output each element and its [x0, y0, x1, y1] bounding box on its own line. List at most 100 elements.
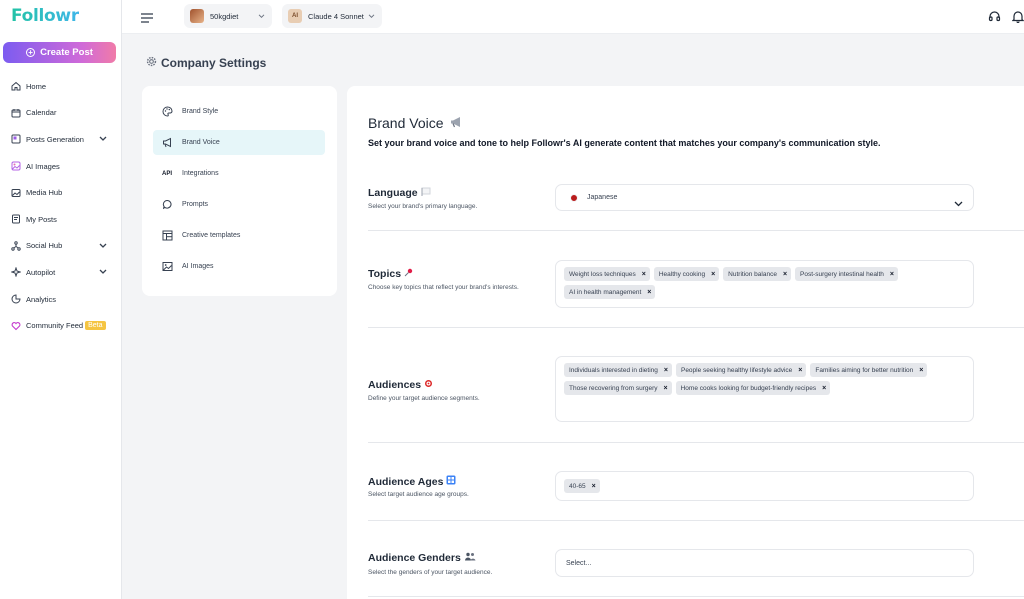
sidebar-item-home[interactable]: Home: [0, 73, 122, 100]
topics-multiselect[interactable]: Weight loss techniques × Healthy cooking ×…: [555, 260, 974, 308]
chip-label: People seeking healthy lifestyle advice: [680, 366, 793, 374]
chip-label: Those recovering from surgery: [569, 384, 658, 392]
media-hub-icon: [10, 187, 21, 198]
remove-chip-icon[interactable]: ×: [822, 385, 826, 392]
remove-chip-icon[interactable]: ×: [647, 289, 651, 296]
ai-model-selector[interactable]: AI Claude 4 Sonnet: [282, 4, 382, 28]
remove-chip-icon[interactable]: ×: [592, 483, 596, 490]
remove-chip-icon[interactable]: ×: [890, 271, 894, 278]
remove-chip-icon[interactable]: ×: [783, 271, 787, 278]
audience-chip: Those recovering from surgery ×: [564, 381, 672, 395]
settings-nav-label: AI Images: [182, 263, 214, 270]
chat-bubble-icon: [161, 199, 173, 211]
language-select[interactable]: Japanese: [555, 184, 974, 211]
chip-label: Post-surgery intestinal health: [800, 270, 884, 278]
chip-label: Home cooks looking for budget-friendly r…: [680, 384, 817, 392]
sidebar-item-media-hub[interactable]: Media Hub: [0, 179, 122, 206]
brand-voice-title: Brand Voice: [368, 115, 463, 131]
audience-ages-multiselect[interactable]: 40-65 ×: [555, 471, 974, 501]
remove-chip-icon[interactable]: ×: [798, 367, 802, 374]
sidebar-item-posts-generation[interactable]: Posts Generation: [0, 126, 122, 153]
my-posts-icon: [10, 214, 21, 225]
ages-chip-list: 40-65 ×: [556, 472, 973, 499]
brand-voice-description: Set your brand voice and tone to help Fo…: [368, 138, 881, 148]
audiences-label: Audiences: [368, 379, 433, 391]
language-description: Select your brand's primary language.: [368, 203, 478, 210]
followr-logo[interactable]: Followr: [11, 6, 79, 26]
remove-chip-icon[interactable]: ×: [711, 271, 715, 278]
chip-label: Weight loss techniques: [569, 270, 636, 278]
sidebar-item-label: Posts Generation: [26, 134, 84, 144]
settings-nav-integrations[interactable]: API Integrations: [153, 161, 325, 186]
settings-nav-label: Creative templates: [182, 232, 241, 239]
image-icon: [161, 261, 173, 273]
sidebar-item-label: Calendar: [26, 108, 57, 118]
sidebar-nav: Home Calendar Posts Generation AI Images…: [0, 73, 122, 339]
genders-placeholder: Select...: [566, 559, 592, 567]
settings-nav-prompts[interactable]: Prompts: [153, 192, 325, 217]
topic-chip: Healthy cooking ×: [653, 267, 720, 281]
page-title: Company Settings: [146, 56, 266, 70]
divider: [368, 327, 1024, 328]
notification-bell-icon[interactable]: [1011, 10, 1024, 28]
home-icon: [10, 81, 21, 92]
topic-chip: Weight loss techniques ×: [564, 267, 650, 281]
page-title-text: Company Settings: [161, 56, 267, 70]
audience-ages-label-text: Audience Ages: [368, 475, 444, 488]
chevron-down-icon[interactable]: [99, 242, 107, 251]
audience-genders-description: Select the genders of your target audien…: [368, 569, 493, 576]
calendar-icon: [10, 107, 21, 118]
remove-chip-icon[interactable]: ×: [664, 385, 668, 392]
audiences-label-text: Audiences: [368, 379, 422, 391]
audience-ages-description: Select target audience age groups.: [368, 491, 469, 498]
audience-genders-select[interactable]: Select...: [555, 549, 974, 577]
sidebar-item-label: AI Images: [26, 161, 60, 171]
posts-generation-icon: [10, 134, 21, 145]
topics-chip-list: Weight loss techniques × Healthy cooking ×…: [556, 261, 973, 305]
audience-chip: Individuals interested in dieting ×: [564, 363, 672, 377]
audiences-multiselect[interactable]: Individuals interested in dieting × Peopl…: [555, 356, 974, 422]
sidebar-item-label: Analytics: [26, 294, 57, 304]
chip-label: 40-65: [569, 482, 586, 490]
settings-nav-ai-images[interactable]: AI Images: [153, 254, 325, 279]
topic-chip: Post-surgery intestinal health ×: [795, 267, 898, 281]
sidebar-item-social-hub[interactable]: Social Hub: [0, 233, 122, 260]
remove-chip-icon[interactable]: ×: [664, 367, 668, 374]
chip-label: AI in health management: [569, 288, 642, 296]
sidebar-item-label: Social Hub: [26, 241, 63, 251]
audience-chip: Home cooks looking for budget-friendly r…: [675, 381, 831, 395]
sidebar-item-analytics[interactable]: Analytics: [0, 286, 122, 313]
create-post-button[interactable]: + Create Post: [3, 42, 116, 63]
sidebar-item-community-feed[interactable]: Community Feed Beta: [0, 312, 122, 339]
remove-chip-icon[interactable]: ×: [919, 367, 923, 374]
settings-nav-label: Brand Style: [182, 108, 219, 115]
menu-icon[interactable]: [141, 10, 153, 28]
settings-nav-brand-voice[interactable]: Brand Voice: [153, 130, 325, 155]
topic-chip: AI in health management ×: [564, 285, 656, 299]
divider: [368, 230, 1024, 231]
sidebar-item-my-posts[interactable]: My Posts: [0, 206, 122, 233]
settings-nav-creative-templates[interactable]: Creative templates: [153, 223, 325, 248]
chevron-down-icon[interactable]: [99, 268, 107, 277]
social-hub-icon: [10, 240, 21, 251]
audiences-description: Define your target audience segments.: [368, 395, 480, 402]
flag-icon: [421, 187, 431, 199]
chevron-down-icon[interactable]: [99, 135, 107, 144]
beta-badge: Beta: [85, 321, 106, 331]
chip-label: Individuals interested in dieting: [569, 366, 658, 374]
topics-label-text: Topics: [368, 268, 402, 280]
sidebar-item-autopilot[interactable]: Autopilot: [0, 259, 122, 286]
chevron-down-icon: [258, 12, 265, 21]
target-icon: [424, 379, 433, 391]
sidebar-item-ai-images[interactable]: AI Images: [0, 153, 122, 180]
settings-nav-brand-style[interactable]: Brand Style: [153, 99, 325, 124]
account-selector[interactable]: 50kgdiet: [184, 4, 272, 28]
japan-flag-icon: [570, 193, 578, 202]
template-icon: [161, 230, 173, 242]
sidebar-item-calendar[interactable]: Calendar: [0, 100, 122, 127]
language-label-text: Language: [368, 187, 418, 199]
sidebar-item-label: Community Feed: [26, 321, 84, 331]
remove-chip-icon[interactable]: ×: [642, 271, 646, 278]
support-headset-icon[interactable]: [988, 10, 1001, 28]
pushpin-icon: [404, 268, 413, 280]
